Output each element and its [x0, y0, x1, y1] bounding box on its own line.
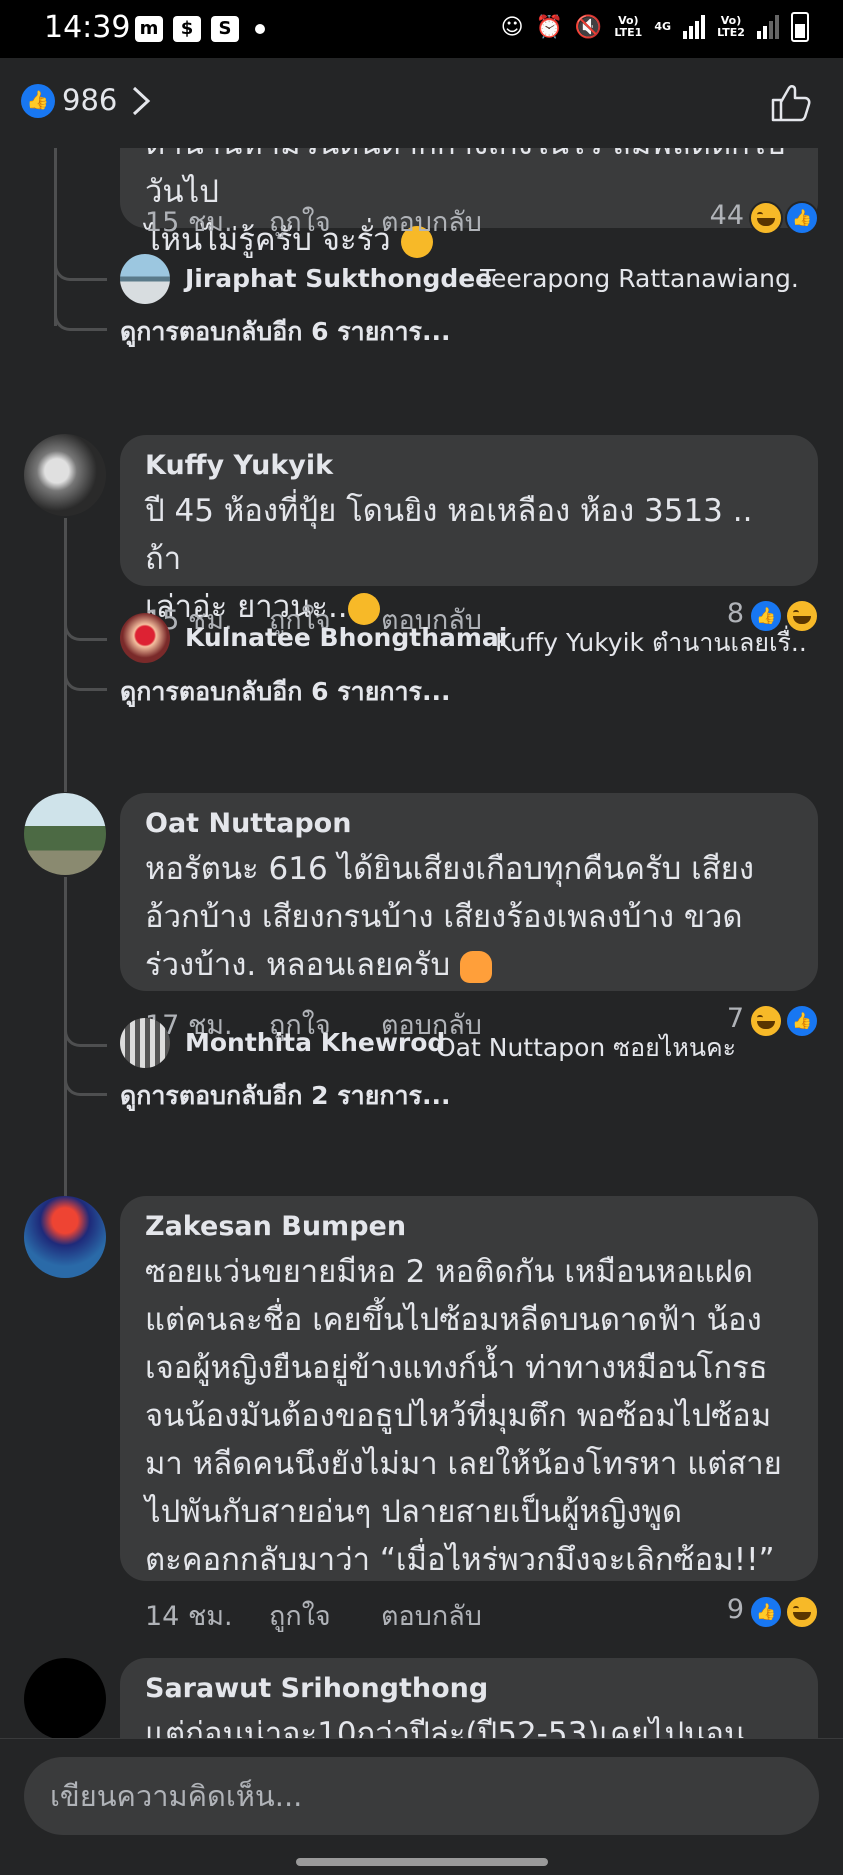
comment-bubble[interactable]: Kuffy Yukyik ปี 45 ห้องที่ปุ้ย โดนยิง หอ…: [120, 435, 818, 625]
comment-actions: 14 ชม. ถูกใจ ตอบกลับ: [145, 1594, 765, 1634]
like-reaction-icon: 👍: [21, 84, 55, 118]
comment-composer-bar: เขียนความคิดเห็น...: [0, 1738, 843, 1875]
reply-connector: [64, 658, 107, 691]
notification-dot-icon: [255, 24, 265, 34]
avatar[interactable]: [24, 1658, 106, 1738]
comment-thread: ตำนานห้าม่วนดินตากกางเกงในไว้ ลืมพลัดตกไ…: [0, 148, 843, 1738]
view-more-replies[interactable]: ดูการตอบกลับอีก 6 รายการ...: [120, 312, 450, 352]
comment-author[interactable]: Kuffy Yukyik: [145, 450, 333, 481]
view-more-replies[interactable]: ดูการตอบกลับอีก 2 รายการ...: [120, 1076, 450, 1116]
face-icon: ☺: [500, 14, 524, 40]
comment-author[interactable]: Oat Nuttapon: [145, 808, 351, 839]
shopping-icon: $: [173, 16, 201, 42]
reply-author[interactable]: Jiraphat Sukthongdee: [185, 264, 492, 293]
like-button[interactable]: ถูกใจ: [269, 1594, 331, 1637]
reply-snippet: Oat Nuttapon ซอยไหนคะ: [436, 1033, 737, 1062]
battery-icon: [791, 12, 809, 42]
facepalm-emoji: [460, 950, 493, 983]
sim1-label: Vo) LTE1: [614, 14, 643, 39]
comment-input[interactable]: เขียนความคิดเห็น...: [24, 1757, 819, 1835]
like-button[interactable]: ถูกใจ: [269, 200, 331, 243]
haha-reaction-icon: [749, 201, 783, 235]
avatar[interactable]: [24, 434, 106, 516]
reactions-header: 👍 986: [0, 58, 843, 148]
reply-button[interactable]: ตอบกลับ: [381, 200, 482, 243]
signal2-icon: [757, 15, 779, 39]
network-label: 4G: [654, 20, 671, 33]
comment-text: แต่ก่อนน่าจะ10กว่าปีล่ะ(ปี52-53)เคยไปนอน: [145, 1716, 746, 1738]
chevron-right-icon[interactable]: [126, 84, 156, 118]
comment-bubble[interactable]: Sarawut Srihongthong แต่ก่อนน่าจะ10กว่าป…: [120, 1658, 818, 1738]
home-indicator[interactable]: [296, 1858, 548, 1866]
like-outline-icon[interactable]: [767, 80, 813, 126]
avatar[interactable]: [24, 793, 106, 875]
mute-icon: 🔇: [574, 14, 603, 40]
signal1-icon: [683, 15, 705, 39]
reply-connector: [64, 1014, 107, 1047]
reaction-count[interactable]: 9: [690, 1594, 744, 1625]
comment-time: 14 ชม.: [145, 1601, 233, 1632]
comment-author[interactable]: Zakesan Bumpen: [145, 1211, 406, 1242]
reply-connector: [54, 248, 107, 281]
like-reaction-icon: 👍: [749, 1595, 783, 1629]
reaction-count[interactable]: 44: [690, 200, 744, 231]
haha-reaction-icon: [785, 1595, 819, 1629]
gallery-icon: m: [135, 16, 163, 42]
reply-connector: [54, 298, 107, 331]
like-reaction-icon: 👍: [785, 201, 819, 235]
thread-line: [64, 518, 67, 792]
reply-button[interactable]: ตอบกลับ: [381, 1594, 482, 1637]
comment-author[interactable]: Sarawut Srihongthong: [145, 1673, 488, 1704]
avatar[interactable]: [24, 1196, 106, 1278]
status-bar: 14:39 m $ S ☺ ⏰ 🔇 Vo) LTE1 4G Vo) LTE2: [0, 0, 843, 58]
status-time: 14:39: [44, 10, 131, 45]
view-more-replies[interactable]: ดูการตอบกลับอีก 6 รายการ...: [120, 672, 450, 712]
comment-bubble[interactable]: Zakesan Bumpen ซอยแว่นขยายมีหอ 2 หอติดกั…: [120, 1196, 818, 1581]
alarm-icon: ⏰: [535, 14, 563, 40]
comment-bubble[interactable]: Oat Nuttapon หอรัตนะ 616 ได้ยินเสียงเกือ…: [120, 793, 818, 991]
avatar[interactable]: [120, 254, 170, 304]
avatar[interactable]: [120, 613, 170, 663]
avatar[interactable]: [120, 1018, 170, 1068]
comment-actions: 15 ชม. ถูกใจ ตอบกลับ: [145, 200, 765, 240]
reply-snippet: Teerapong Rattanawiang...: [480, 264, 800, 293]
comment-time: 15 ชม.: [145, 207, 233, 238]
reply-author[interactable]: Monthita Khewrod: [185, 1028, 445, 1057]
comment-text: หอรัตนะ 616 ได้ยินเสียงเกือบทุกคืนครับ เ…: [145, 851, 754, 983]
comment-text: ซอยแว่นขยายมีหอ 2 หอติดกัน เหมือนหอแฝด แ…: [145, 1254, 782, 1578]
sim2-label: Vo) LTE2: [717, 14, 745, 39]
reaction-total[interactable]: 986: [62, 83, 117, 117]
reply-author[interactable]: Kulnatee Bhongthamai: [185, 623, 507, 652]
reply-connector: [64, 1063, 107, 1096]
reply-snippet: Kuffy Yukyik ตำนานเลยเรื่...: [495, 628, 805, 657]
s-app-icon: S: [211, 16, 239, 42]
reply-connector: [64, 608, 107, 641]
